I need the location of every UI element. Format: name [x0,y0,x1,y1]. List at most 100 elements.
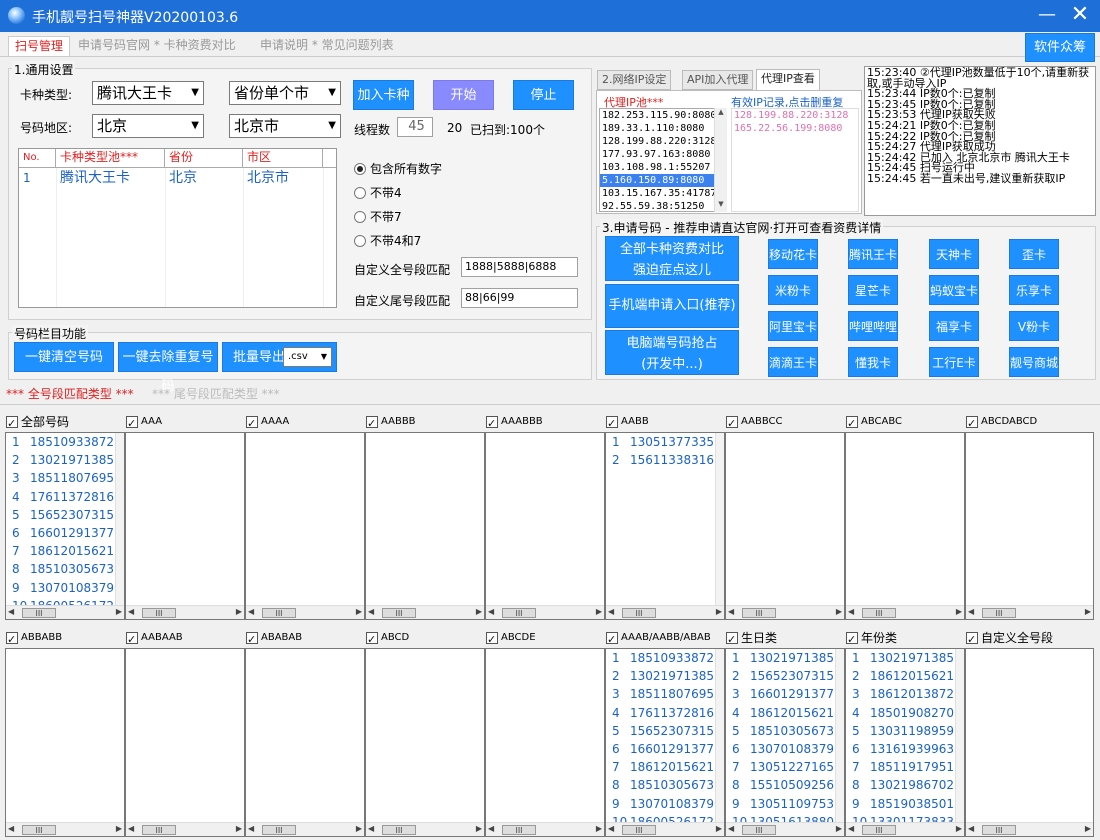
valid-ip-item[interactable]: 165.22.56.199:8080 [732,122,858,135]
checkbox-icon[interactable] [966,630,978,650]
horizontal-scrollbar[interactable]: ◀ III ▶ [366,605,484,619]
proxy-pool-list[interactable]: 182.253.115.90:8080 189.33.1.110:8080 128.… [599,108,727,212]
valid-ip-item[interactable]: 128.199.88.220:3128 [732,109,858,122]
number-row[interactable]: 5 15652307315 [606,722,714,740]
match-column-header[interactable]: AAA [126,412,244,434]
number-row[interactable]: 6 13070108379 [726,740,834,758]
match-column-header[interactable]: ABCD [366,628,484,650]
scroll-left-icon[interactable]: ◀ [8,824,14,833]
horizontal-scrollbar[interactable]: ◀ III ▶ [246,822,364,836]
match-column-header[interactable]: ABCABC [846,412,964,434]
match-column-list[interactable]: 1 13051377335 2 15611338316 ◀ III ▶ [605,432,725,620]
scroll-thumb[interactable]: III [142,608,176,618]
match-column-list[interactable]: 1 18510933872 2 13021971385 3 18511807695 4 176… [605,648,725,837]
scroll-right-icon[interactable]: ▶ [236,607,242,616]
scroll-thumb[interactable]: III [742,825,776,835]
checkbox-icon[interactable] [846,630,858,650]
match-column-header[interactable]: 自定义全号段 [966,628,1093,650]
checkbox-icon[interactable] [726,630,738,650]
match-column-header[interactable]: ABCDE [486,628,604,650]
horizontal-scrollbar[interactable]: ◀ III ▶ [726,605,844,619]
scroll-right-icon[interactable]: ▶ [236,824,242,833]
vertical-scrollbar[interactable] [955,649,964,822]
number-row[interactable]: 6 16601291377 [606,740,714,758]
match-column-header[interactable]: ABABAB [246,628,364,650]
tab-api-proxy[interactable]: API加入代理 [682,70,754,90]
card-apply-button[interactable]: 天神卡 [929,239,979,269]
scroll-right-icon[interactable]: ▶ [116,824,122,833]
scroll-thumb[interactable]: III [22,825,56,835]
horizontal-scrollbar[interactable]: ◀ III ▶ [246,605,364,619]
number-row[interactable]: 3 18612013872 [846,685,954,703]
checkbox-icon[interactable] [366,630,378,650]
number-row[interactable]: 2 13021971385 [606,667,714,685]
tab-scan-management[interactable]: 扫号管理 [8,36,71,56]
minimize-icon[interactable]: — [1036,4,1058,25]
stop-button[interactable]: 停止 [513,80,574,110]
match-column-list[interactable]: ◀ III ▶ [245,648,365,837]
vertical-scrollbar[interactable] [835,649,844,822]
number-row[interactable]: 7 13051227165 [726,758,834,776]
scroll-left-icon[interactable]: ◀ [368,607,374,616]
horizontal-scrollbar[interactable]: ◀ III ▶ [846,605,964,619]
match-column-list[interactable]: ◀ III ▶ [365,432,485,620]
scroll-left-icon[interactable]: ◀ [728,607,734,616]
custom-tail-input[interactable]: 88|66|99 [461,288,578,308]
horizontal-scrollbar[interactable]: ◀ III ▶ [966,822,1093,836]
proxy-pool-item[interactable]: 177.93.97.163:8080 [600,148,726,161]
match-column-header[interactable]: AABAAB [126,628,244,650]
scroll-thumb[interactable]: III [742,608,776,618]
card-apply-button[interactable]: 滴滴王卡 [768,347,818,377]
number-row[interactable]: 7 18612015621 [606,758,714,776]
scroll-left-icon[interactable]: ◀ [968,607,974,616]
number-row[interactable]: 9 13070108379 [606,795,714,813]
add-card-button[interactable]: 加入卡种 [353,80,414,110]
match-column-list[interactable]: ◀ III ▶ [485,648,605,837]
number-row[interactable]: 5 15652307315 [6,506,114,524]
checkbox-icon[interactable] [6,630,18,650]
number-row[interactable]: 3 18511807695 [6,469,114,487]
match-column-list[interactable]: ◀ III ▶ [485,432,605,620]
horizontal-scrollbar[interactable]: ◀ III ▶ [486,822,604,836]
number-row[interactable]: 1 13051377335 [606,433,714,451]
vertical-scrollbar[interactable] [115,433,124,605]
scroll-right-icon[interactable]: ▶ [1085,824,1091,833]
tab-network-ip[interactable]: 2.网络IP设定 [597,70,672,90]
match-column-list[interactable]: ◀ III ▶ [725,432,845,620]
scroll-thumb[interactable]: III [622,825,656,835]
card-apply-button[interactable]: 靓号商城 [1009,347,1059,377]
number-row[interactable]: 2 13021971385 [6,451,114,469]
checkbox-icon[interactable] [606,414,618,434]
match-column-header[interactable]: ABBABB [6,628,124,650]
compare-all-button[interactable]: 全部卡种资费对比 强迫症点这儿 [605,236,739,281]
scroll-thumb[interactable]: III [502,608,536,618]
number-row[interactable]: 2 15611338316 [606,451,714,469]
horizontal-scrollbar[interactable]: ◀ III ▶ [126,822,244,836]
scroll-left-icon[interactable]: ◀ [488,607,494,616]
proxy-pool-item[interactable]: 189.33.1.110:8080 [600,122,726,135]
vertical-scrollbar[interactable] [715,649,724,822]
scroll-left-icon[interactable]: ◀ [368,824,374,833]
scroll-thumb[interactable]: III [622,608,656,618]
match-column-header[interactable]: AABBCC [726,412,844,434]
checkbox-icon[interactable] [126,414,138,434]
proxy-pool-item[interactable]: 182.253.115.90:8080 [600,109,726,122]
scroll-right-icon[interactable]: ▶ [596,824,602,833]
number-row[interactable]: 10 13301173833 [846,813,954,822]
scroll-right-icon[interactable]: ▶ [956,607,962,616]
checkbox-icon[interactable] [606,630,618,650]
match-column-header[interactable]: AABB [606,412,724,434]
scroll-left-icon[interactable]: ◀ [848,607,854,616]
proxy-pool-item[interactable]: 103.108.98.1:55207 [600,161,726,174]
city-select[interactable]: 北京市 ▼ [229,114,341,138]
scroll-right-icon[interactable]: ▶ [716,607,722,616]
horizontal-scrollbar[interactable]: ◀ III ▶ [846,822,964,836]
horizontal-scrollbar[interactable]: ◀ III ▶ [486,605,604,619]
region-select[interactable]: 北京 ▼ [92,114,204,138]
dedup-numbers-button[interactable]: 一键去除重复号码 [118,342,218,394]
tab-apply-help[interactable]: 申请说明 * 常见问题列表 [254,36,400,56]
match-column-list[interactable]: 1 13021971385 2 15652307315 3 16601291377 4 186… [725,648,845,837]
scroll-right-icon[interactable]: ▶ [356,607,362,616]
tab-proxy-view[interactable]: 代理IP查看 [756,69,820,91]
scroll-thumb[interactable]: III [502,825,536,835]
